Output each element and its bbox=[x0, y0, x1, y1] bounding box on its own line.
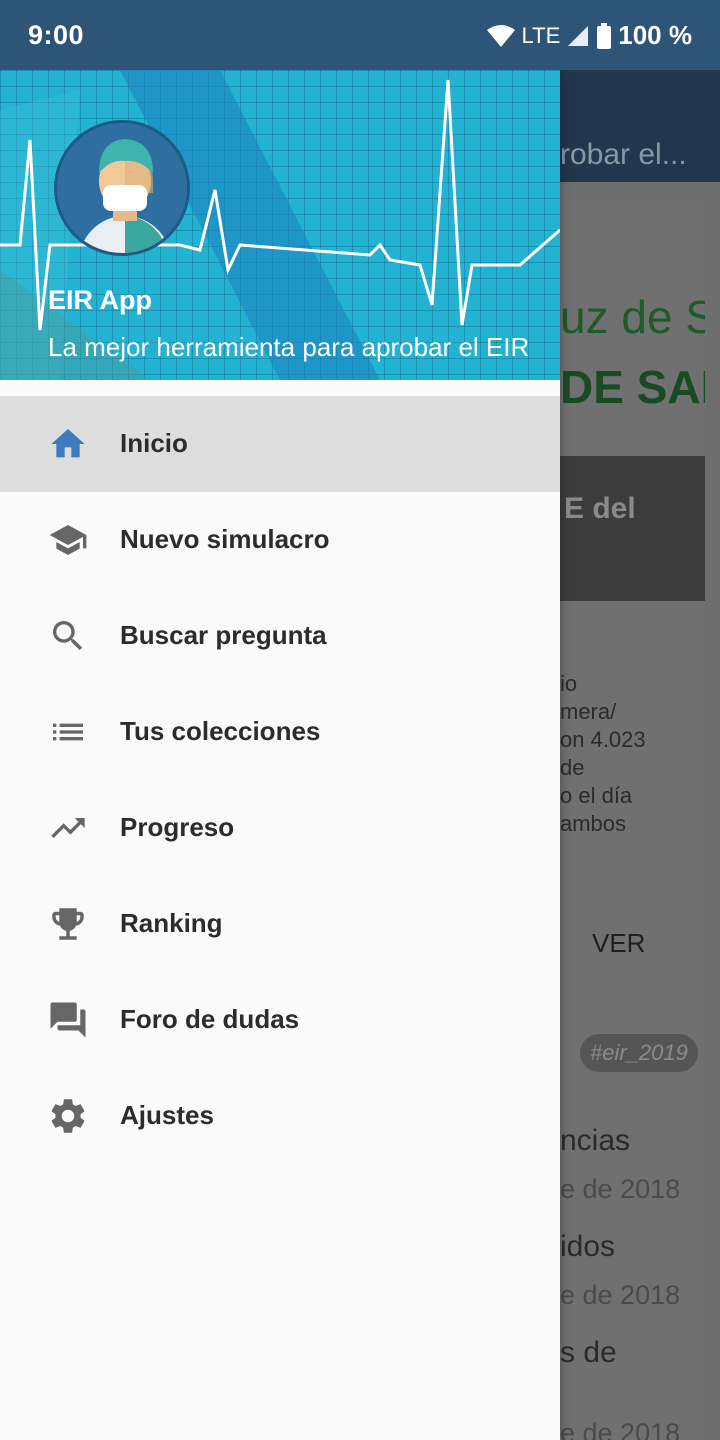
background-toolbar-title: robar el... bbox=[560, 138, 687, 171]
avatar bbox=[54, 120, 190, 256]
list-icon bbox=[46, 712, 90, 752]
card-body-line: mera/ bbox=[560, 699, 617, 724]
background-list-title: idos bbox=[560, 1230, 616, 1263]
trending-up-icon bbox=[46, 808, 90, 848]
search-icon bbox=[46, 616, 90, 656]
background-list-date: e de 2018 bbox=[560, 1418, 681, 1440]
status-bar: 9:00 LTE 100 % bbox=[0, 0, 720, 70]
card-body-line: o el día bbox=[560, 783, 633, 808]
navigation-drawer: EIR App La mejor herramienta para aproba… bbox=[0, 70, 560, 1440]
drawer-item-label: Progreso bbox=[120, 812, 235, 842]
drawer-item-progreso[interactable]: Progreso bbox=[0, 780, 560, 876]
forum-icon bbox=[46, 1000, 90, 1040]
drawer-header: EIR App La mejor herramienta para aproba… bbox=[0, 70, 560, 380]
drawer-item-inicio[interactable]: Inicio bbox=[0, 396, 560, 492]
background-list-title: ncias bbox=[560, 1124, 631, 1157]
drawer-item-label: Ajustes bbox=[120, 1100, 214, 1130]
home-icon bbox=[46, 424, 90, 464]
card-body-line: de bbox=[560, 755, 585, 780]
background-tag: #eir_2019 bbox=[580, 1034, 698, 1072]
background-banner-text-bold: DE SAL bbox=[560, 361, 705, 413]
drawer-item-buscar-pregunta[interactable]: Buscar pregunta bbox=[0, 588, 560, 684]
drawer-menu: Inicio Nuevo simulacro Buscar pregunta T… bbox=[0, 396, 560, 1164]
wifi-icon bbox=[486, 24, 515, 47]
network-type: LTE bbox=[521, 22, 561, 48]
drawer-item-label: Ranking bbox=[120, 908, 223, 938]
app-subtitle: La mejor herramienta para aprobar el EIR bbox=[48, 332, 530, 362]
drawer-item-ajustes[interactable]: Ajustes bbox=[0, 1068, 560, 1164]
background-banner-text: uz de Sa bbox=[560, 291, 705, 343]
app-name: EIR App bbox=[48, 285, 152, 315]
status-icons: LTE 100 % bbox=[486, 20, 692, 51]
drawer-item-label: Inicio bbox=[120, 428, 188, 458]
drawer-item-foro-de-dudas[interactable]: Foro de dudas bbox=[0, 972, 560, 1068]
background-list-title: s de bbox=[560, 1336, 617, 1369]
drawer-item-tus-colecciones[interactable]: Tus colecciones bbox=[0, 684, 560, 780]
background-list-date: e de 2018 bbox=[560, 1174, 681, 1204]
background-card-body: io mera/ on 4.023 de o el día ambos bbox=[560, 670, 646, 838]
nurse-avatar-icon bbox=[57, 123, 187, 253]
drawer-item-label: Foro de dudas bbox=[120, 1004, 300, 1034]
battery-icon bbox=[597, 22, 612, 49]
card-body-line: io bbox=[560, 671, 578, 696]
background-list-date: e de 2018 bbox=[560, 1280, 681, 1310]
drawer-item-label: Nuevo simulacro bbox=[120, 524, 330, 554]
background-ver-button: VER bbox=[592, 928, 646, 958]
gear-icon bbox=[46, 1096, 90, 1136]
background-card-heading: E del bbox=[564, 492, 636, 525]
drawer-item-ranking[interactable]: Ranking bbox=[0, 876, 560, 972]
card-body-line: on 4.023 bbox=[560, 727, 646, 752]
drawer-item-label: Buscar pregunta bbox=[120, 620, 327, 650]
trophy-icon bbox=[46, 904, 90, 944]
battery-level: 100 % bbox=[618, 20, 692, 50]
status-time: 9:00 bbox=[28, 20, 85, 50]
drawer-item-nuevo-simulacro[interactable]: Nuevo simulacro bbox=[0, 492, 560, 588]
signal-icon bbox=[568, 25, 589, 46]
card-body-line: ambos bbox=[560, 811, 627, 836]
school-icon bbox=[46, 520, 90, 560]
drawer-item-label: Tus colecciones bbox=[120, 716, 321, 746]
